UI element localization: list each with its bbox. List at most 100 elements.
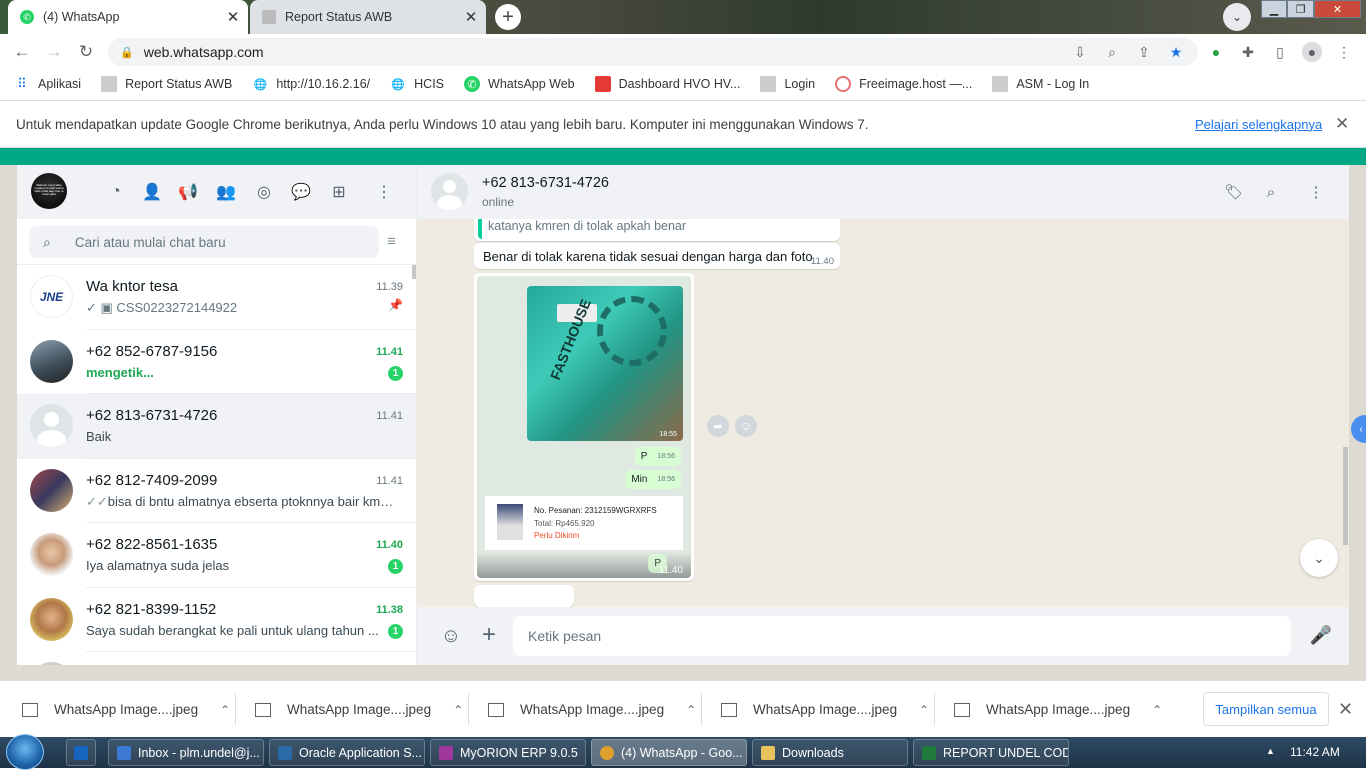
- close-tab-icon[interactable]: ✕: [222, 8, 244, 26]
- incoming-message[interactable]: Benar di tolak karena tidak sesuai denga…: [474, 243, 840, 269]
- search-input[interactable]: ⌕ Cari atau mulai chat baru: [29, 226, 379, 258]
- tab-search-button[interactable]: ⌄: [1223, 3, 1251, 31]
- install-icon[interactable]: ⇩: [1070, 42, 1090, 62]
- add-contact-icon[interactable]: 👤: [140, 180, 164, 204]
- taskbar-item-active[interactable]: (4) WhatsApp - Goo...: [591, 739, 747, 766]
- inner-bubble-text: Min: [631, 474, 648, 485]
- maximize-button[interactable]: ❐: [1287, 0, 1314, 18]
- channels-megaphone-icon[interactable]: 📢: [176, 180, 200, 204]
- image-message[interactable]: FASTHOUSE 18:55 P 18:56 Min 18:56 No. Pesa…: [474, 273, 694, 581]
- show-all-button[interactable]: Tampilkan semua: [1203, 692, 1329, 726]
- menu-kebab-icon[interactable]: ⋮: [1305, 181, 1327, 203]
- meta-ai-icon[interactable]: ◎: [252, 180, 276, 204]
- dashboard-icon: [594, 76, 611, 92]
- close-infobar-icon[interactable]: ✕: [1335, 114, 1349, 134]
- start-button[interactable]: [6, 734, 44, 770]
- download-item[interactable]: WhatsApp Image....jpeg ⌃: [233, 681, 469, 738]
- chat-preview: mengetik...: [86, 364, 154, 380]
- bookmark-hcis[interactable]: 🌐 HCIS: [390, 76, 444, 92]
- taskbar-label: Downloads: [782, 745, 844, 760]
- download-item[interactable]: WhatsApp Image....jpeg ⌃: [699, 681, 935, 738]
- screenshot-image[interactable]: FASTHOUSE 18:55 P 18:56 Min 18:56 No. Pesa…: [477, 276, 691, 578]
- chat-item[interactable]: +62 822-8561-1635 11.40 Iya alamatnya su…: [17, 523, 416, 588]
- minimize-button[interactable]: ▁: [1261, 0, 1287, 18]
- communities-icon[interactable]: 👥: [214, 180, 238, 204]
- chat-item-active[interactable]: +62 813-6731-4726 11.41 Baik: [17, 394, 416, 459]
- scroll-down-button[interactable]: ⌄: [1300, 539, 1338, 577]
- my-avatar[interactable]: Walmon must aktie rmgaan no sukl wanta f…: [31, 173, 67, 209]
- bookmark-ip[interactable]: 🌐 http://10.16.2.16/: [252, 76, 370, 92]
- message-input[interactable]: Ketik pesan: [513, 616, 1291, 656]
- chevron-up-icon[interactable]: ⌃: [1152, 703, 1162, 717]
- search-icon[interactable]: ⌕: [1260, 181, 1282, 203]
- emoji-icon[interactable]: ☺: [439, 624, 463, 648]
- chevron-up-icon[interactable]: ⌃: [686, 703, 696, 717]
- tab-report-status[interactable]: Report Status AWB ✕: [250, 0, 486, 34]
- chat-list-scrollbar[interactable]: [412, 265, 416, 279]
- partial-message[interactable]: [474, 585, 574, 607]
- close-shelf-icon[interactable]: ✕: [1338, 699, 1353, 720]
- inner-bubble: Min 18:56: [625, 470, 681, 489]
- new-chat-icon[interactable]: ⊞: [327, 180, 351, 204]
- quoted-message[interactable]: katanya kmren di tolak apkah benar: [474, 219, 840, 241]
- back-icon[interactable]: ←: [10, 40, 34, 64]
- compose-bar: ☺ + Ketik pesan 🎤: [417, 607, 1349, 665]
- chat-item[interactable]: [17, 652, 416, 665]
- contact-avatar[interactable]: [431, 173, 468, 210]
- chat-bubble-icon[interactable]: 💬: [289, 180, 313, 204]
- forward-icon[interactable]: ➦: [707, 415, 729, 437]
- unread-badge: 1: [388, 559, 403, 574]
- bookmark-whatsapp-web[interactable]: ✆ WhatsApp Web: [464, 76, 575, 92]
- bookmark-login[interactable]: Login: [760, 76, 815, 92]
- profile-avatar-icon[interactable]: ●: [1302, 42, 1322, 62]
- download-item[interactable]: WhatsApp Image....jpeg ⌃: [932, 681, 1168, 738]
- bookmark-dashboard[interactable]: Dashboard HVO HV...: [594, 76, 740, 92]
- tab-whatsapp[interactable]: ✆ (4) WhatsApp ✕: [8, 0, 248, 34]
- side-panel-icon[interactable]: ▯: [1270, 42, 1290, 62]
- chevron-up-icon[interactable]: ⌃: [220, 703, 230, 717]
- outlook-pinned-icon[interactable]: [66, 739, 96, 766]
- bookmark-freeimage[interactable]: Freeimage.host —...: [835, 76, 972, 92]
- download-item[interactable]: WhatsApp Image....jpeg ⌃: [0, 681, 236, 738]
- conversation-scrollbar[interactable]: [1343, 447, 1348, 545]
- filter-icon[interactable]: ≡: [387, 233, 396, 250]
- bookmark-aplikasi[interactable]: ⠿ Aplikasi: [14, 76, 81, 92]
- chat-item[interactable]: +62 812-7409-2099 11.41 ✓✓bisa di bntu a…: [17, 459, 416, 523]
- extensions-puzzle-icon[interactable]: ✚: [1238, 42, 1258, 62]
- address-bar[interactable]: 🔒 web.whatsapp.com: [108, 38, 1198, 66]
- attach-plus-icon[interactable]: +: [477, 621, 501, 648]
- conversation-header[interactable]: +62 813-6731-4726 online 🏷 ⌕ ⋮: [417, 165, 1349, 219]
- reload-icon[interactable]: ↻: [74, 40, 98, 64]
- share-icon[interactable]: ⇪: [1134, 42, 1154, 62]
- bookmark-report-status[interactable]: Report Status AWB: [101, 76, 232, 92]
- zoom-icon[interactable]: ⌕: [1102, 42, 1122, 62]
- taskbar-item[interactable]: REPORT UNDEL COD...: [913, 739, 1069, 766]
- chat-item[interactable]: +62 821-8399-1152 11.38 Saya sudah beran…: [17, 588, 416, 652]
- tray-arrow-icon[interactable]: ▲: [1266, 746, 1275, 756]
- menu-kebab-icon[interactable]: ⋮: [1334, 42, 1354, 62]
- image-file-icon: [22, 702, 38, 717]
- chat-item[interactable]: JNE Wa kntor tesa 11.39 ✓ ▣ CSS022327214…: [17, 265, 416, 330]
- close-tab-icon[interactable]: ✕: [460, 8, 482, 26]
- menu-kebab-icon[interactable]: ⋮: [372, 180, 396, 204]
- label-tag-icon[interactable]: 🏷: [1223, 181, 1245, 203]
- new-tab-button[interactable]: +: [495, 4, 521, 30]
- microphone-icon[interactable]: 🎤: [1309, 623, 1333, 647]
- emoji-react-icon[interactable]: ☺: [735, 415, 757, 437]
- taskbar-item[interactable]: MyORION ERP 9.0.5: [430, 739, 586, 766]
- chat-item[interactable]: +62 852-6787-9156 11.41 mengetik... 1: [17, 330, 416, 394]
- extension-whatsapp-icon[interactable]: ●: [1206, 42, 1226, 62]
- download-item[interactable]: WhatsApp Image....jpeg ⌃: [466, 681, 702, 738]
- close-window-button[interactable]: ✕: [1314, 0, 1361, 18]
- bookmark-asm[interactable]: ASM - Log In: [992, 76, 1089, 92]
- taskbar-item[interactable]: Oracle Application S...: [269, 739, 425, 766]
- chevron-up-icon[interactable]: ⌃: [453, 703, 463, 717]
- status-icon[interactable]: ◔: [104, 180, 128, 204]
- chevron-up-icon[interactable]: ⌃: [919, 703, 929, 717]
- taskbar-item[interactable]: Downloads: [752, 739, 908, 766]
- taskbar-item[interactable]: Inbox - plm.undel@j...: [108, 739, 264, 766]
- learn-more-link[interactable]: Pelajari selengkapnya: [1195, 117, 1322, 132]
- bookmark-star-icon[interactable]: ★: [1166, 42, 1186, 62]
- forward-icon[interactable]: →: [42, 40, 66, 64]
- clock[interactable]: 11:42 AM: [1290, 745, 1340, 759]
